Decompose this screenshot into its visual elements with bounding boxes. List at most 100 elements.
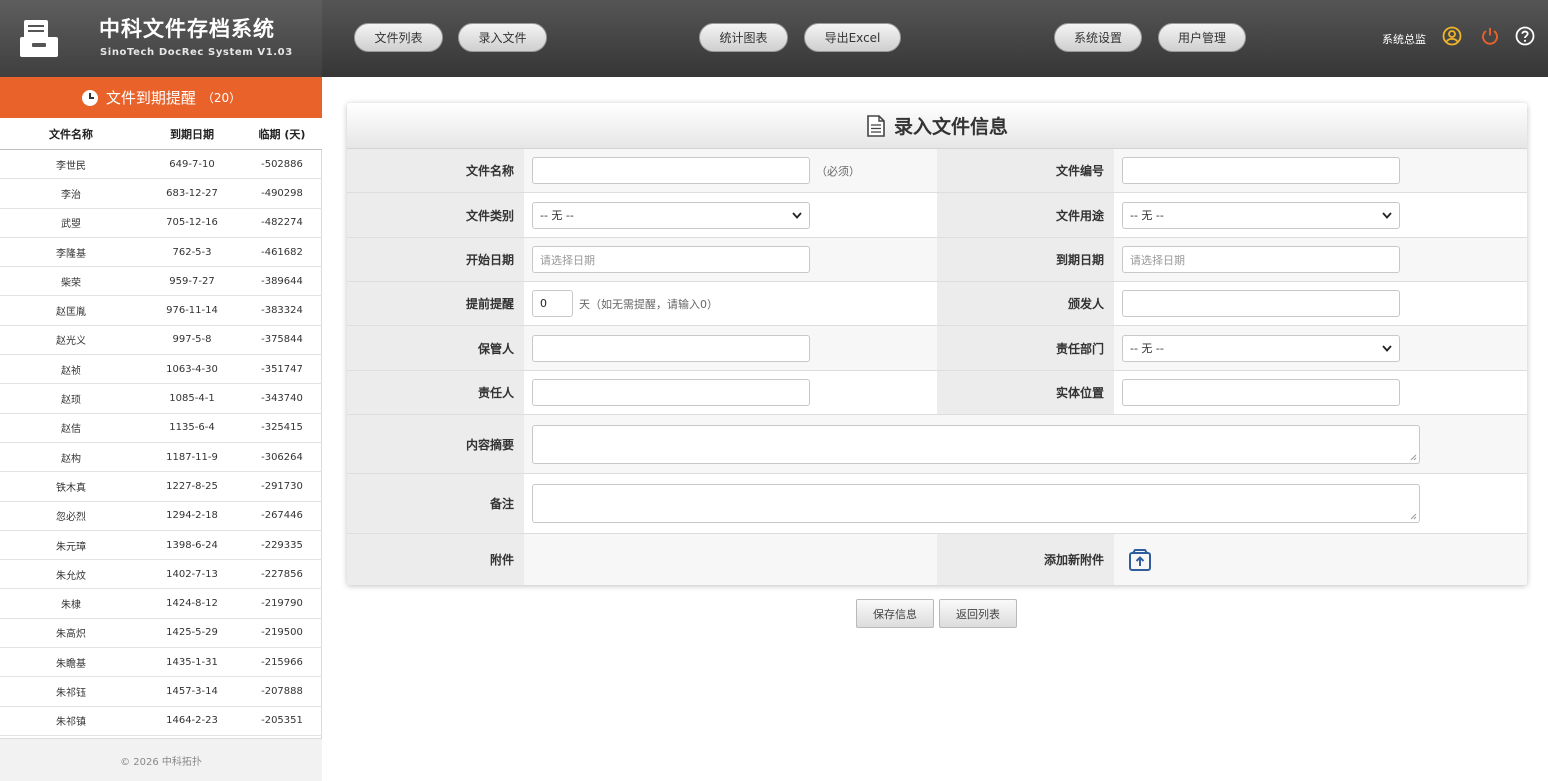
expiry-table-row[interactable]: 赵匡胤 976-11-14 -383324 bbox=[0, 296, 322, 326]
nav-button-statistics[interactable]: 统计图表 bbox=[699, 23, 788, 52]
expiry-reminder-header: 文件到期提醒 （20） bbox=[0, 77, 322, 118]
doc-category-select[interactable]: -- 无 -- bbox=[532, 201, 810, 229]
expiry-file-name: 朱瞻基 bbox=[56, 658, 86, 670]
location-input[interactable] bbox=[1122, 379, 1400, 406]
doc-usage-selected: -- 无 -- bbox=[1130, 209, 1164, 222]
expiry-file-name: 赵顼 bbox=[61, 395, 81, 407]
doc-name-label: 文件名称 bbox=[347, 149, 524, 192]
advance-remind-cell: 0 天（如无需提醒，请输入0） bbox=[524, 282, 937, 325]
help-icon[interactable] bbox=[1515, 26, 1535, 46]
doc-name-input[interactable] bbox=[532, 157, 810, 184]
column-header-days: 临期 (天) bbox=[258, 127, 306, 141]
nav-button-export-excel[interactable]: 导出Excel bbox=[804, 23, 901, 52]
expiry-days-remaining: -205351 bbox=[261, 715, 303, 727]
user-circle-icon[interactable] bbox=[1442, 26, 1462, 46]
expiry-table-row[interactable]: 铁木真 1227-8-25 -291730 bbox=[0, 472, 322, 502]
expiry-table-row[interactable]: 朱祁镇 1464-2-23 -205351 bbox=[0, 707, 322, 736]
expiry-days-remaining: -490298 bbox=[261, 187, 303, 199]
issuer-label: 颁发人 bbox=[937, 282, 1114, 325]
expiry-file-name: 柴荣 bbox=[61, 277, 81, 289]
expiry-reminder-count: （20） bbox=[201, 91, 242, 105]
issuer-input[interactable] bbox=[1122, 290, 1400, 317]
form-row: 责任人 实体位置 bbox=[347, 371, 1527, 415]
summary-textarea[interactable] bbox=[532, 424, 1420, 464]
expiry-date: 1294-2-18 bbox=[166, 510, 218, 522]
form-row: 附件 添加新附件 bbox=[347, 534, 1527, 585]
expiry-file-name: 朱祁镇 bbox=[56, 717, 86, 729]
expiry-table-row[interactable]: 赵光义 997-5-8 -375844 bbox=[0, 326, 322, 356]
expiry-table-row[interactable]: 朱瞻基 1435-1-31 -215966 bbox=[0, 648, 322, 678]
expiry-file-name: 朱祁钰 bbox=[56, 687, 86, 699]
panel-title: 录入文件信息 bbox=[893, 116, 1008, 138]
expiry-days-remaining: -306264 bbox=[261, 451, 303, 463]
doc-name-required-hint: （必须） bbox=[816, 164, 860, 178]
doc-category-label: 文件类别 bbox=[347, 193, 524, 237]
summary-cell bbox=[524, 415, 1527, 473]
doc-number-input[interactable] bbox=[1122, 157, 1400, 184]
expiry-table-row[interactable]: 朱高炽 1425-5-29 -219500 bbox=[0, 619, 322, 649]
document-icon bbox=[867, 114, 885, 137]
nav-button-system-settings[interactable]: 系统设置 bbox=[1054, 23, 1142, 52]
doc-category-cell: -- 无 -- bbox=[524, 193, 937, 237]
sidebar: 中科文件存档系统 SinoTech DocRec System V1.03 文件… bbox=[0, 0, 322, 781]
expiry-table-row[interactable]: 朱祁钰 1457-3-14 -207888 bbox=[0, 677, 322, 707]
nav-button-file-list[interactable]: 文件列表 bbox=[354, 23, 443, 52]
expiry-table: 文件名称 到期日期 临期 (天) 李世民 649-7-10 -502886 李治 683… bbox=[0, 118, 322, 736]
expiry-table-row[interactable]: 忽必烈 1294-2-18 -267446 bbox=[0, 502, 322, 531]
form-row: 保管人 责任部门 -- 无 -- bbox=[347, 326, 1527, 371]
expiry-table-row[interactable]: 朱棣 1424-8-12 -219790 bbox=[0, 589, 322, 619]
expiry-table-row[interactable]: 赵祯 1063-4-30 -351747 bbox=[0, 355, 322, 385]
remarks-textarea[interactable] bbox=[532, 484, 1420, 523]
custodian-input[interactable] bbox=[532, 334, 810, 362]
back-to-list-button[interactable]: 返回列表 bbox=[939, 599, 1017, 628]
expiry-table-row[interactable]: 朱元璋 1398-6-24 -229335 bbox=[0, 531, 322, 561]
expiry-days-remaining: -229335 bbox=[261, 539, 303, 551]
expiry-file-name: 朱元璋 bbox=[56, 541, 86, 553]
expiry-days-remaining: -502886 bbox=[261, 158, 303, 170]
resize-grip-icon[interactable] bbox=[1410, 513, 1417, 520]
start-date-label: 开始日期 bbox=[347, 238, 524, 281]
expiry-table-row[interactable]: 李治 683-12-27 -490298 bbox=[0, 179, 322, 209]
expiry-file-name: 朱高炽 bbox=[56, 629, 86, 641]
save-button[interactable]: 保存信息 bbox=[856, 599, 934, 628]
expiry-table-row[interactable]: 赵构 1187-11-9 -306264 bbox=[0, 443, 322, 473]
top-navigation-bar: 文件列表 录入文件 统计图表 导出Excel 系统设置 用户管理 系统总监 bbox=[322, 0, 1548, 77]
expiry-table-row[interactable]: 武曌 705-12-16 -482274 bbox=[0, 209, 322, 238]
advance-remind-days-input[interactable]: 0 bbox=[532, 290, 573, 317]
department-select[interactable]: -- 无 -- bbox=[1122, 334, 1400, 362]
end-date-cell: 请选择日期 bbox=[1114, 238, 1527, 281]
responsible-input[interactable] bbox=[532, 379, 810, 406]
add-attachment-cell bbox=[1114, 534, 1527, 585]
start-date-input[interactable]: 请选择日期 bbox=[532, 246, 810, 273]
form-row: 文件类别 -- 无 -- 文件用途 -- 无 -- bbox=[347, 193, 1527, 238]
expiry-date: 1464-2-23 bbox=[166, 715, 218, 727]
copyright-footer: © 2026 中科拓扑 bbox=[0, 738, 322, 781]
power-icon[interactable] bbox=[1480, 26, 1500, 46]
resize-grip-icon[interactable] bbox=[1410, 454, 1417, 461]
column-header-name: 文件名称 bbox=[49, 127, 93, 141]
form-row: 提前提醒 0 天（如无需提醒，请输入0） 颁发人 bbox=[347, 282, 1527, 326]
logo-area: 中科文件存档系统 SinoTech DocRec System V1.03 bbox=[0, 0, 322, 77]
attachment-label: 附件 bbox=[347, 534, 524, 585]
doc-name-cell: （必须） bbox=[524, 149, 937, 192]
upload-box-icon[interactable] bbox=[1128, 548, 1152, 572]
expiry-date: 1424-8-12 bbox=[166, 598, 218, 610]
expiry-table-row[interactable]: 李世民 649-7-10 -502886 bbox=[0, 150, 322, 180]
custodian-cell bbox=[524, 326, 937, 370]
expiry-table-row[interactable]: 李隆基 762-5-3 -461682 bbox=[0, 238, 322, 268]
expiry-date: 1402-7-13 bbox=[166, 568, 218, 580]
expiry-date: 1435-1-31 bbox=[166, 656, 218, 668]
expiry-table-row[interactable]: 朱允炆 1402-7-13 -227856 bbox=[0, 560, 322, 590]
expiry-table-row[interactable]: 柴荣 959-7-27 -389644 bbox=[0, 267, 322, 297]
nav-button-user-management[interactable]: 用户管理 bbox=[1158, 23, 1246, 52]
current-user-name: 系统总监 bbox=[1382, 33, 1426, 46]
expiry-file-name: 武曌 bbox=[61, 219, 81, 231]
doc-usage-select[interactable]: -- 无 -- bbox=[1122, 201, 1400, 229]
end-date-input[interactable]: 请选择日期 bbox=[1122, 246, 1400, 273]
expiry-table-row[interactable]: 赵顼 1085-4-1 -343740 bbox=[0, 384, 322, 414]
file-cabinet-icon bbox=[20, 20, 58, 57]
nav-button-add-file[interactable]: 录入文件 bbox=[458, 23, 547, 52]
expiry-table-row[interactable]: 赵佶 1135-6-4 -325415 bbox=[0, 414, 322, 443]
form-row: 开始日期 请选择日期 到期日期 请选择日期 bbox=[347, 238, 1527, 282]
expiry-date: 683-12-27 bbox=[166, 187, 218, 199]
